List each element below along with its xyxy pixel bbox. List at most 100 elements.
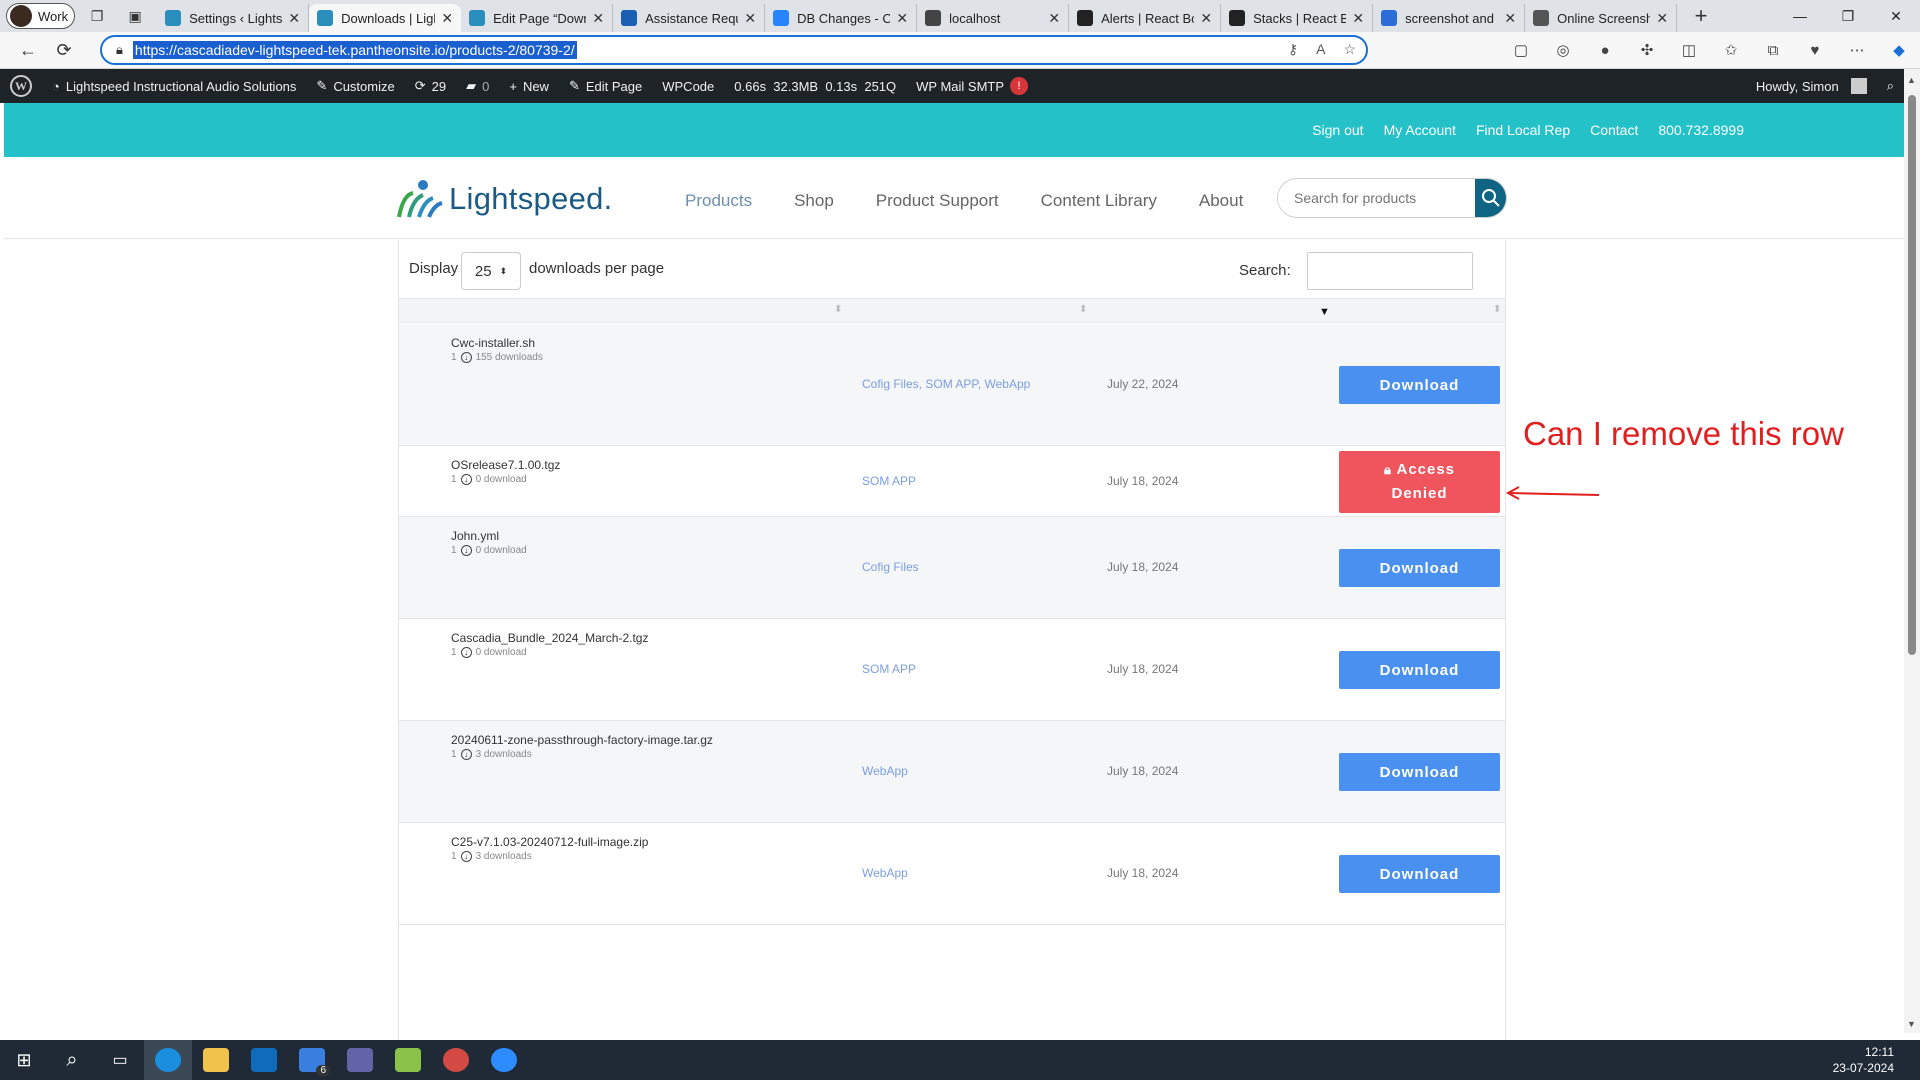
download-button[interactable]: Download	[1339, 651, 1500, 689]
browser-tab[interactable]: Alerts | React Bo ✕	[1069, 4, 1222, 32]
browser-tab[interactable]: Assistance Requ ✕	[613, 4, 766, 32]
read-aloud-icon[interactable]: A	[1316, 41, 1325, 58]
search-button[interactable]	[1475, 179, 1506, 217]
tab-close-icon[interactable]: ✕	[288, 10, 300, 27]
file-name[interactable]: 20240611-zone-passthrough-factory-image.…	[451, 733, 713, 747]
close-window-icon[interactable]: ✕	[1872, 0, 1920, 32]
per-page-select[interactable]: 25 ⬍	[461, 252, 521, 290]
profile-button[interactable]: Work	[6, 3, 76, 29]
nav-content-library[interactable]: Content Library	[1041, 191, 1157, 211]
url-field[interactable]: 🔒︎ https://cascadiadev-lightspeed-tek.pa…	[100, 35, 1368, 65]
browser-tab[interactable]: screenshot and s ✕	[1373, 4, 1526, 32]
back-icon[interactable]: ←	[10, 40, 46, 61]
download-button[interactable]: Download	[1339, 366, 1500, 404]
file-name[interactable]: Cascadia_Bundle_2024_March-2.tgz	[451, 631, 648, 645]
wp-mail-smtp-link[interactable]: WP Mail SMTP!	[906, 69, 1038, 103]
key-icon[interactable]: ⚷	[1288, 41, 1298, 58]
table-search-input[interactable]	[1307, 252, 1473, 290]
notepad-icon[interactable]	[384, 1040, 432, 1080]
browser-tab[interactable]: DB Changes - Ca ✕	[765, 4, 918, 32]
extension-icon[interactable]: ▢	[1500, 35, 1542, 65]
wp-edit-page-link[interactable]: ✎ Edit Page	[559, 69, 652, 103]
my-account-link[interactable]: My Account	[1384, 122, 1456, 138]
file-categories[interactable]: SOM APP	[862, 662, 916, 676]
split-screen-icon[interactable]: ◫	[1668, 35, 1710, 65]
start-icon[interactable]: ⊞	[0, 1040, 48, 1080]
search-icon[interactable]: ⌕	[48, 1040, 96, 1080]
tab-close-icon[interactable]: ✕	[896, 10, 908, 27]
file-categories[interactable]: WebApp	[862, 866, 908, 880]
chrome-icon[interactable]	[432, 1040, 480, 1080]
wp-updates-link[interactable]: ⟳ 29	[405, 69, 456, 103]
contact-link[interactable]: Contact	[1590, 122, 1638, 138]
download-button[interactable]: Download	[1339, 753, 1500, 791]
minimize-icon[interactable]: —	[1776, 0, 1824, 32]
extensions-puzzle-icon[interactable]: ✣	[1626, 35, 1668, 65]
teams-icon[interactable]	[336, 1040, 384, 1080]
browser-tab[interactable]: Edit Page “Down ✕	[461, 4, 614, 32]
scrollbar-thumb[interactable]	[1908, 95, 1916, 655]
todo-icon[interactable]: 6	[288, 1040, 336, 1080]
outlook-icon[interactable]	[240, 1040, 288, 1080]
refresh-icon[interactable]: ⟳	[46, 40, 82, 61]
tab-close-icon[interactable]: ✕	[441, 10, 453, 27]
zoom-icon[interactable]	[480, 1040, 528, 1080]
wp-account-menu[interactable]: Howdy, Simon	[1746, 69, 1877, 103]
wpcode-link[interactable]: WPCode	[652, 69, 724, 103]
file-explorer-icon[interactable]	[192, 1040, 240, 1080]
edge-icon[interactable]	[144, 1040, 192, 1080]
system-clock[interactable]: 12:11 23-07-2024	[1833, 1044, 1894, 1076]
scroll-up-icon[interactable]: ▲	[1907, 75, 1916, 85]
wp-comments-link[interactable]: ▰ 0	[456, 69, 499, 103]
favorites-icon[interactable]: ✩	[1710, 35, 1752, 65]
workspaces-icon[interactable]: ❐	[81, 2, 113, 30]
phone-link[interactable]: 800.732.8999	[1658, 122, 1744, 138]
new-tab-button[interactable]: +	[1687, 3, 1715, 29]
find-local-rep-link[interactable]: Find Local Rep	[1476, 122, 1570, 138]
copilot-icon[interactable]: ◆	[1878, 35, 1920, 65]
file-categories[interactable]: WebApp	[862, 764, 908, 778]
tab-close-icon[interactable]: ✕	[744, 10, 756, 27]
sort-icon[interactable]: ⬍	[1079, 304, 1087, 315]
download-button[interactable]: Download	[1339, 855, 1500, 893]
sort-icon[interactable]: ⬍	[1493, 304, 1501, 315]
sign-out-link[interactable]: Sign out	[1312, 122, 1363, 138]
access-denied-button[interactable]: 🔒︎ Access Denied	[1339, 451, 1500, 513]
wp-customize-link[interactable]: ✎ Customize	[306, 69, 404, 103]
tab-close-icon[interactable]: ✕	[592, 10, 604, 27]
file-name[interactable]: John.yml	[451, 529, 499, 543]
browser-tab[interactable]: Stacks | React Bo ✕	[1221, 4, 1374, 32]
nav-shop[interactable]: Shop	[794, 191, 834, 211]
tab-actions-icon[interactable]: ▣	[119, 2, 151, 30]
browser-tab[interactable]: localhost ✕	[917, 4, 1070, 32]
browser-tab[interactable]: Settings ‹ Lightsp ✕	[157, 4, 310, 32]
restore-icon[interactable]: ❐	[1824, 0, 1872, 32]
browser-tab[interactable]: Downloads | Light ✕	[309, 4, 462, 32]
tab-close-icon[interactable]: ✕	[1656, 10, 1668, 27]
product-search-input[interactable]	[1278, 190, 1475, 206]
file-name[interactable]: C25-v7.1.03-20240712-full-image.zip	[451, 835, 648, 849]
file-name[interactable]: Cwc-installer.sh	[451, 336, 535, 350]
extension-icon[interactable]: ●	[1584, 35, 1626, 65]
nav-product-support[interactable]: Product Support	[876, 191, 999, 211]
extension-icon[interactable]: ◎	[1542, 35, 1584, 65]
file-categories[interactable]: SOM APP	[862, 474, 916, 488]
file-name[interactable]: OSrelease7.1.00.tgz	[451, 458, 560, 472]
tab-close-icon[interactable]: ✕	[1200, 10, 1212, 27]
page-scrollbar[interactable]: ▲ ▼	[1904, 69, 1920, 1033]
site-logo[interactable]: Lightspeed.	[397, 179, 613, 219]
sort-desc-icon[interactable]: ▼	[1319, 306, 1330, 318]
tab-close-icon[interactable]: ✕	[1504, 10, 1516, 27]
favorite-star-icon[interactable]: ☆	[1343, 41, 1356, 58]
tab-close-icon[interactable]: ✕	[1048, 10, 1060, 27]
more-menu-icon[interactable]: ⋯	[1836, 35, 1878, 65]
collections-icon[interactable]: ⧉	[1752, 35, 1794, 65]
file-categories[interactable]: Cofig Files	[862, 560, 919, 574]
wp-logo-menu[interactable]: W	[0, 69, 42, 103]
nav-about[interactable]: About	[1199, 191, 1243, 211]
nav-products[interactable]: Products	[685, 191, 752, 211]
query-monitor-link[interactable]: 0.66s 32.3MB 0.13s 251Q	[724, 69, 906, 103]
wp-search-icon[interactable]: ⌕	[1877, 69, 1904, 103]
scroll-down-icon[interactable]: ▼	[1907, 1019, 1916, 1029]
browser-tab[interactable]: Online Screensh ✕	[1525, 4, 1678, 32]
